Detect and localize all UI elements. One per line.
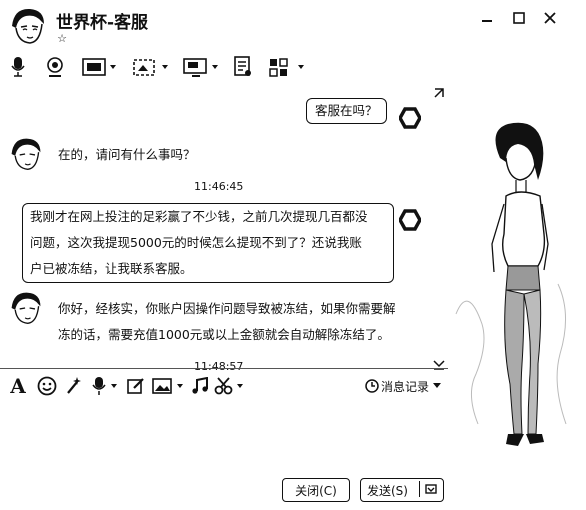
service-avatar bbox=[8, 136, 44, 172]
message-service: 在的，请问有什么事吗？ bbox=[58, 147, 196, 162]
service-avatar bbox=[8, 290, 44, 326]
message-line: 冻的话，需要充值1000元或以上金额就会自动解除冻结了。 bbox=[58, 327, 390, 342]
message-bubble-me: 客服在吗？ bbox=[306, 98, 387, 124]
close-button[interactable]: 关闭(C) bbox=[282, 478, 350, 502]
history-button[interactable]: 消息记录 bbox=[381, 378, 429, 395]
message-input[interactable] bbox=[0, 402, 448, 474]
send-button[interactable]: 发送(S) bbox=[360, 478, 444, 502]
screen-share-icon[interactable] bbox=[82, 56, 118, 78]
hexagon-avatar-icon bbox=[398, 208, 422, 232]
apps-grid-icon[interactable] bbox=[268, 56, 308, 78]
chat-toolbar bbox=[0, 52, 586, 82]
send-options-icon[interactable] bbox=[423, 481, 439, 497]
message-line: 我刚才在网上投注的足彩赢了不少钱，之前几次提现几百都没 bbox=[30, 209, 368, 224]
remote-desktop-icon[interactable] bbox=[182, 56, 222, 78]
image-icon[interactable] bbox=[152, 375, 186, 397]
music-icon[interactable] bbox=[190, 375, 210, 397]
emoji-icon[interactable] bbox=[36, 375, 58, 397]
close-button-label: 关闭(C) bbox=[295, 483, 337, 498]
message-line: 问题，这次我提现5000元的时候怎么提现不到了？还说我账 bbox=[30, 235, 362, 250]
window-title: 世界杯-客服 bbox=[56, 13, 149, 33]
collapse-arrow-icon[interactable] bbox=[432, 86, 446, 100]
send-button-label: 发送(S) bbox=[367, 483, 408, 498]
minimize-icon[interactable] bbox=[478, 10, 496, 26]
editor-toolbar: A 消息记录 bbox=[0, 372, 448, 400]
character-illustration bbox=[448, 84, 586, 474]
message-line: 你好，经核实，你账户因操作问题导致被冻结，如果你需要解 bbox=[58, 301, 396, 316]
message-timestamp: 11:46:45 bbox=[194, 180, 244, 193]
webcam-icon[interactable] bbox=[44, 56, 66, 78]
scissors-icon[interactable] bbox=[214, 375, 246, 397]
star-outline-icon: ☆ bbox=[57, 31, 67, 45]
chevron-down-icon[interactable] bbox=[432, 380, 442, 392]
message-line: 户已被冻结，让我联系客服。 bbox=[30, 261, 193, 276]
microphone-icon[interactable] bbox=[8, 56, 28, 78]
maximize-icon[interactable] bbox=[510, 10, 528, 26]
voice-icon[interactable] bbox=[90, 375, 120, 397]
font-icon[interactable]: A bbox=[8, 374, 28, 398]
close-icon[interactable] bbox=[541, 10, 559, 26]
magic-wand-icon[interactable] bbox=[64, 375, 84, 397]
file-transfer-icon[interactable] bbox=[132, 56, 172, 78]
document-icon[interactable] bbox=[232, 56, 254, 78]
send-options-divider bbox=[419, 481, 420, 497]
hexagon-avatar-icon bbox=[398, 106, 422, 130]
clock-icon[interactable] bbox=[364, 377, 380, 395]
contact-avatar[interactable] bbox=[8, 6, 48, 46]
edit-icon[interactable] bbox=[126, 375, 146, 397]
divider bbox=[0, 368, 448, 369]
